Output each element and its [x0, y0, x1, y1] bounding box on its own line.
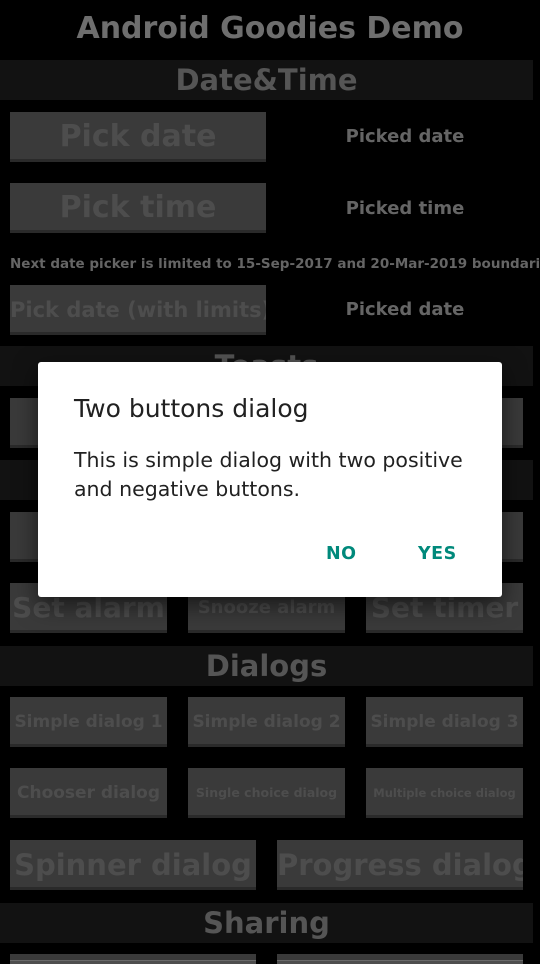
dialog-message: This is simple dialog with two positive …	[74, 448, 463, 501]
two-buttons-dialog: Two buttons dialog This is simple dialog…	[38, 362, 502, 597]
dialog-title: Two buttons dialog	[74, 394, 309, 423]
dialog-yes-button[interactable]: YES	[418, 544, 457, 564]
dialog-no-button[interactable]: NO	[326, 544, 357, 564]
